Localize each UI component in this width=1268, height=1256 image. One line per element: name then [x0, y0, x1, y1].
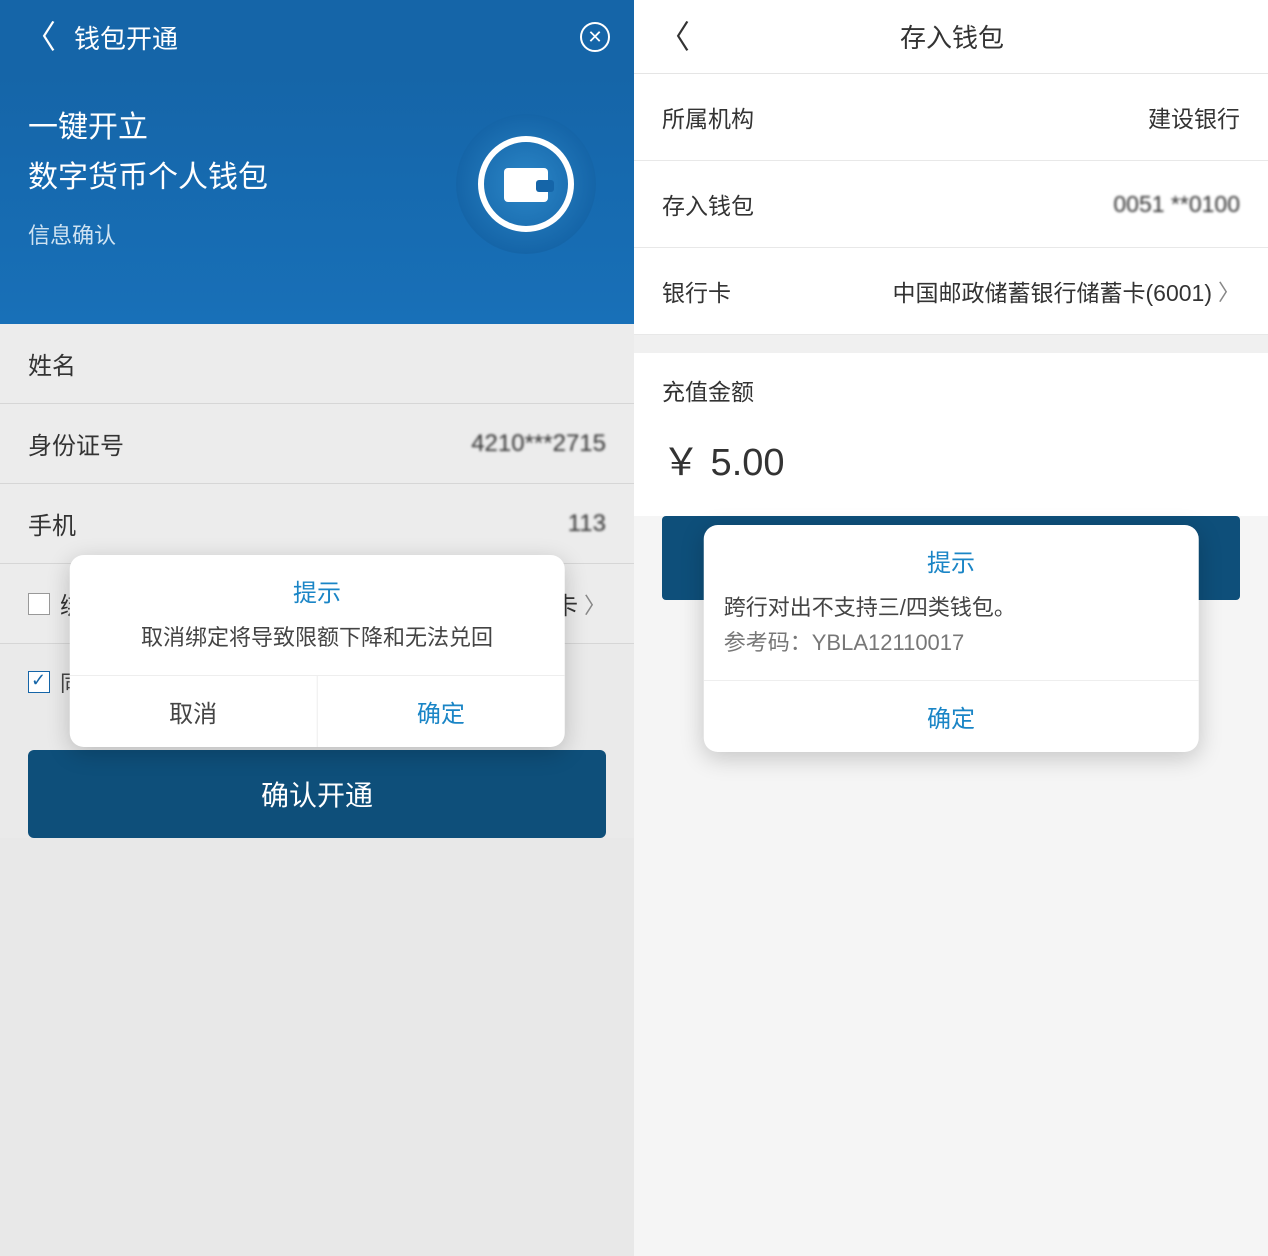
wallet-icon — [456, 114, 596, 254]
dialog-title: 提示 — [70, 555, 565, 620]
section-gap — [634, 335, 1268, 353]
id-row[interactable]: 身份证号 4210***2715 — [0, 404, 634, 484]
alert-dialog-left: 提示 取消绑定将导致限额下降和无法兑回 取消 确定 — [70, 555, 565, 747]
ok-button[interactable]: 确定 — [317, 676, 565, 747]
wallet-row[interactable]: 存入钱包 0051 **0100 — [634, 161, 1268, 248]
dialog-title: 提示 — [704, 525, 1199, 590]
wallet-value: 0051 **0100 — [1113, 191, 1240, 218]
phone-label: 手机 — [28, 506, 76, 541]
amount-label: 充值金额 — [634, 353, 1268, 427]
hero-banner: 一键开立 数字货币个人钱包 信息确认 — [0, 74, 634, 324]
org-row: 所属机构 建设银行 — [634, 74, 1268, 161]
card-label: 银行卡 — [662, 274, 731, 308]
phone-value: 113 — [568, 510, 606, 538]
close-icon[interactable]: ✕ — [580, 22, 610, 52]
screenshot-left: 〈 钱包开通 ✕ 一键开立 数字货币个人钱包 信息确认 姓名 身份证号 4210… — [0, 0, 634, 1256]
dialog-refcode: 参考码：YBLA12110017 — [724, 625, 1179, 660]
alert-dialog-right: 提示 跨行对出不支持三/四类钱包。 参考码：YBLA12110017 确定 — [704, 525, 1199, 752]
card-value: 中国邮政储蓄银行储蓄卡(6001) — [893, 274, 1212, 308]
wallet-label: 存入钱包 — [662, 187, 754, 221]
header-bar: 〈 存入钱包 — [634, 0, 1268, 74]
name-row[interactable]: 姓名 — [0, 324, 634, 404]
chevron-right-icon: 〉 — [1218, 275, 1240, 307]
name-label: 姓名 — [28, 346, 76, 381]
phone-row[interactable]: 手机 113 — [0, 484, 634, 564]
dialog-line1: 跨行对出不支持三/四类钱包。 — [724, 590, 1179, 625]
card-row[interactable]: 银行卡 中国邮政储蓄银行储蓄卡(6001) 〉 — [634, 248, 1268, 335]
org-label: 所属机构 — [662, 100, 754, 134]
dialog-message: 取消绑定将导致限额下降和无法兑回 — [70, 620, 565, 675]
refcode-label: 参考码： — [724, 630, 812, 655]
bindcard-checkbox[interactable] — [28, 593, 50, 615]
confirm-open-button[interactable]: 确认开通 — [28, 750, 606, 838]
info-list: 所属机构 建设银行 存入钱包 0051 **0100 银行卡 中国邮政储蓄银行储… — [634, 74, 1268, 335]
dialog-actions: 取消 确定 — [70, 675, 565, 747]
header-bar: 〈 钱包开通 ✕ — [0, 0, 634, 74]
agree-checkbox[interactable] — [28, 671, 50, 693]
chevron-right-icon: 〉 — [584, 588, 606, 620]
dialog-actions: 确定 — [704, 680, 1199, 752]
id-value: 4210***2715 — [471, 430, 606, 458]
back-icon[interactable]: 〈 — [24, 21, 56, 53]
dialog-message: 跨行对出不支持三/四类钱包。 参考码：YBLA12110017 — [704, 590, 1199, 680]
page-title: 钱包开通 — [56, 19, 580, 56]
refcode-value: YBLA12110017 — [812, 630, 965, 655]
page-title: 存入钱包 — [690, 18, 1214, 55]
back-icon[interactable]: 〈 — [658, 21, 690, 53]
org-value: 建设银行 — [1148, 100, 1240, 134]
cancel-button[interactable]: 取消 — [70, 676, 317, 747]
ok-button[interactable]: 确定 — [704, 681, 1199, 752]
screenshot-right: 〈 存入钱包 所属机构 建设银行 存入钱包 0051 **0100 银行卡 中国… — [634, 0, 1268, 1256]
id-label: 身份证号 — [28, 426, 124, 461]
amount-value: ￥ 5.00 — [634, 427, 1268, 516]
